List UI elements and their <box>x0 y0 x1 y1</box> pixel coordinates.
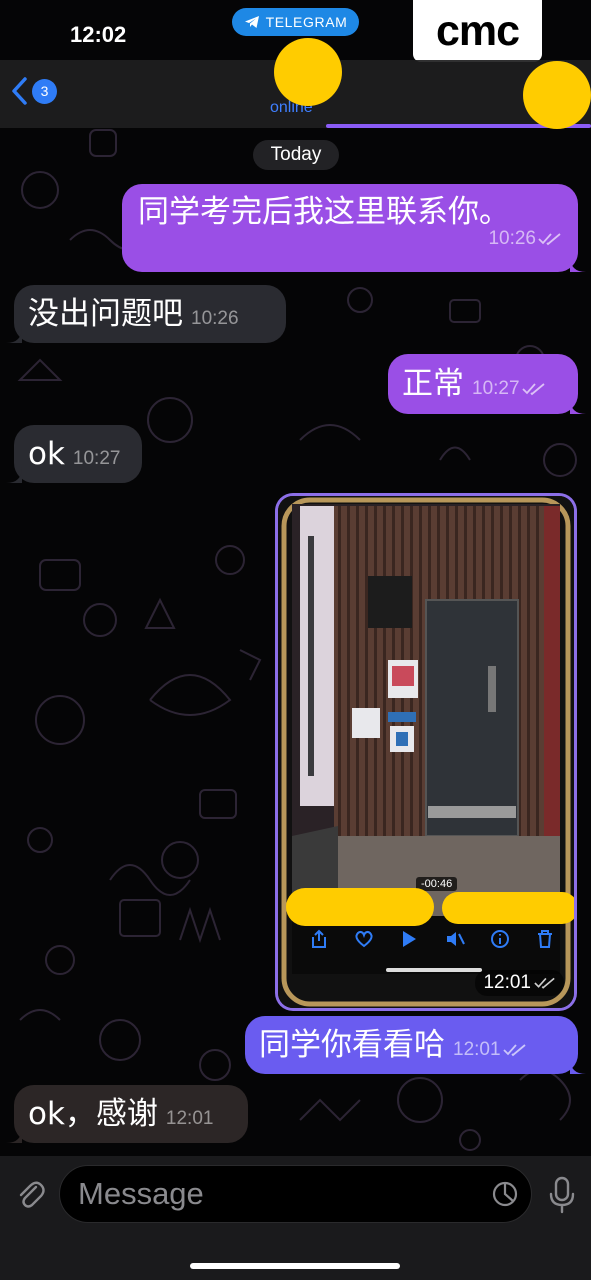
heart-icon[interactable] <box>353 928 375 950</box>
redaction-pill-left <box>286 888 434 926</box>
double-check-icon <box>502 1044 526 1057</box>
message-time: 12:01 <box>165 1108 214 1129</box>
bubble-tail <box>570 256 586 272</box>
redaction-pill-right <box>442 892 574 924</box>
brand-logo: cmc <box>413 0 542 62</box>
media-time: 12:01 <box>483 972 531 993</box>
message-time: 10:27 <box>72 448 121 469</box>
redaction-dot-avatar <box>523 61 591 129</box>
message-text: ok <box>28 436 65 472</box>
unread-count-badge: 3 <box>32 78 57 104</box>
trash-icon[interactable] <box>534 928 556 950</box>
video-controls <box>308 928 556 950</box>
message-field[interactable] <box>59 1165 532 1223</box>
message-time: 12:01 <box>453 1039 501 1060</box>
media-meta: 12:01 <box>475 970 564 996</box>
message-text: ok，感谢 <box>28 1096 158 1132</box>
bubble-tail <box>6 327 22 343</box>
message-bubble-incoming[interactable]: ok，感谢 12:01 <box>6 1085 248 1143</box>
media-photo[interactable]: -00:46 12:01 <box>278 496 574 1008</box>
play-icon[interactable] <box>398 928 420 950</box>
message-bubble-outgoing[interactable]: 同学考完后我这里联系你。 10:26 <box>122 184 586 272</box>
message-time: 10:26 <box>488 228 536 249</box>
double-check-icon <box>534 977 555 989</box>
info-icon[interactable] <box>489 928 511 950</box>
telegram-icon <box>244 16 259 28</box>
telegram-return-pill[interactable]: TELEGRAM <box>232 8 359 36</box>
message-bubble-incoming[interactable]: 没出问题吧 10:26 <box>6 285 286 343</box>
message-meta: 12:01 <box>453 1039 527 1061</box>
app-pill-label: TELEGRAM <box>265 14 348 30</box>
message-input[interactable] <box>78 1166 478 1222</box>
message-composer <box>0 1156 591 1280</box>
redaction-dot-name <box>274 38 342 106</box>
photo-home-bar <box>386 968 482 972</box>
message-bubble-outgoing[interactable]: 正常 10:27 <box>388 354 586 414</box>
message-meta: 10:27 <box>472 378 546 400</box>
message-bubble-incoming[interactable]: ok 10:27 <box>6 425 142 483</box>
message-time: 10:26 <box>191 308 239 329</box>
mic-icon[interactable] <box>547 1176 577 1214</box>
sticker-icon[interactable] <box>491 1180 519 1208</box>
message-text: 同学考完后我这里联系你。 <box>138 194 510 230</box>
double-check-icon <box>521 383 545 396</box>
message-bubble-outgoing[interactable]: 同学你看看哈 12:01 <box>245 1016 586 1074</box>
bubble-tail <box>6 1127 22 1143</box>
message-text: 没出问题吧 <box>28 296 183 332</box>
message-text: 同学你看看哈 <box>259 1027 445 1063</box>
attach-icon[interactable] <box>14 1178 48 1212</box>
message-text: 正常 <box>402 366 464 402</box>
back-button[interactable]: 3 <box>10 76 57 106</box>
double-check-icon <box>538 233 561 246</box>
message-time: 10:27 <box>472 378 520 399</box>
status-time: 12:02 <box>70 22 127 47</box>
home-indicator <box>190 1263 400 1269</box>
back-chevron-icon <box>12 77 27 105</box>
mute-icon[interactable] <box>444 928 466 950</box>
bubble-tail <box>570 398 586 414</box>
bubble-tail <box>570 1058 586 1074</box>
media-message[interactable]: -00:46 12:01 <box>275 493 577 1011</box>
message-meta: 10:26 <box>488 228 562 250</box>
share-icon[interactable] <box>308 928 330 950</box>
date-separator: Today <box>253 140 339 170</box>
bubble-tail <box>6 467 22 483</box>
